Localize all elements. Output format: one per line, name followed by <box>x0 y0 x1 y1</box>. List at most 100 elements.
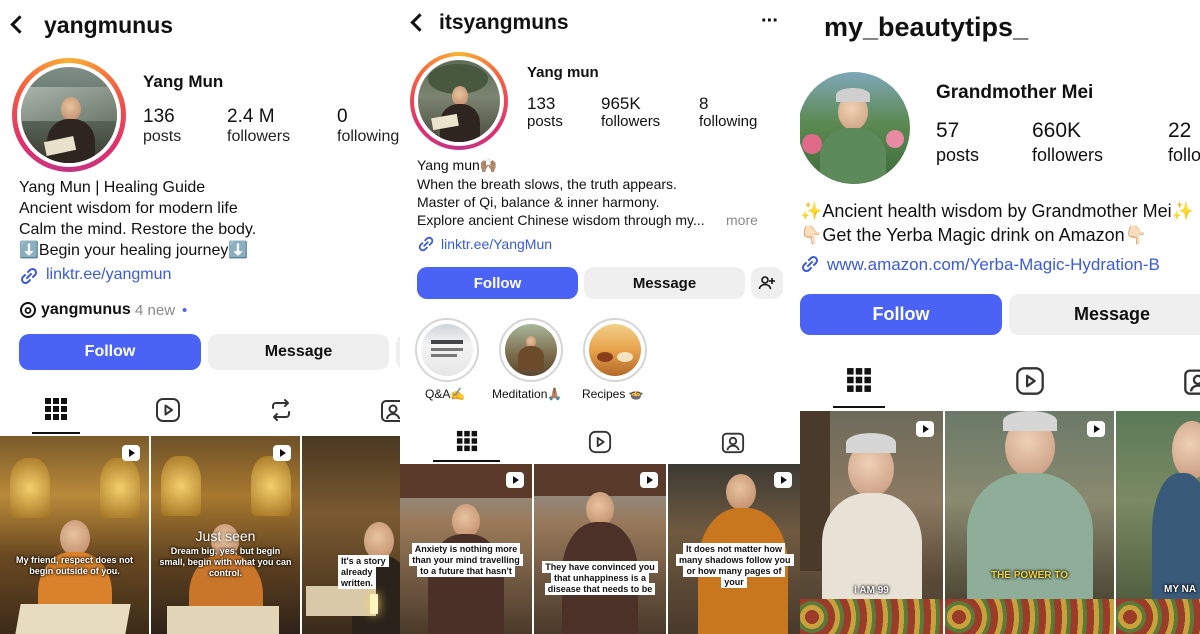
post-caption: They have convinced you that unhappiness… <box>534 561 666 595</box>
grid-icon[interactable] <box>846 367 872 393</box>
grid-icon[interactable] <box>456 430 478 452</box>
profile-username: yangmunus <box>44 12 174 38</box>
profile-panel-itsyangmuns: itsyangmuns ··· Yang mun 133 posts 965K … <box>400 0 800 634</box>
reel-badge-icon <box>122 445 140 461</box>
followers-count[interactable]: 965K <box>601 94 641 114</box>
active-tab-indicator <box>433 460 500 462</box>
bio-more-link[interactable]: more <box>726 212 758 228</box>
followers-label[interactable]: followers <box>227 128 290 146</box>
display-name: Yang Mun <box>143 72 224 91</box>
post-thumbnail[interactable]: I AM 99 <box>800 411 943 634</box>
profile-username: itsyangmuns <box>439 11 569 34</box>
tagged-icon[interactable] <box>721 430 745 454</box>
link-icon <box>418 236 434 252</box>
tagged-icon[interactable] <box>1183 366 1200 396</box>
post-caption: Anxiety is nothing more than your mind t… <box>400 543 532 577</box>
posts-label: posts <box>936 145 980 165</box>
reel-badge-icon <box>640 472 658 488</box>
post-caption: I AM 99 <box>854 585 889 596</box>
profile-username: my_beautytips_ <box>824 12 1029 42</box>
back-arrow-icon[interactable] <box>10 15 29 34</box>
profile-link[interactable]: www.amazon.com/Yerba-Magic-Hydration-B <box>827 255 1160 275</box>
bio-line: ✨Ancient health wisdom by Grandmother Me… <box>800 201 1194 221</box>
post-caption: It does not matter how many shadows foll… <box>668 543 800 588</box>
profile-panel-my_beautytips_: my_beautytips_ Grandmother Mei 57 posts … <box>800 0 1200 634</box>
highlight-qa[interactable] <box>415 318 479 382</box>
reels-icon[interactable] <box>155 397 181 423</box>
bio-line: Ancient wisdom for modern life <box>19 200 238 217</box>
highlight-label: Q&A✍️ <box>425 387 466 401</box>
post-thumbnail[interactable]: Anxiety is nothing more than your mind t… <box>400 464 532 634</box>
following-label[interactable]: following <box>1168 145 1200 166</box>
following-count[interactable]: 8 <box>699 94 708 114</box>
avatar <box>21 67 117 163</box>
posts-count: 136 <box>143 106 175 127</box>
posts-count: 133 <box>527 94 556 113</box>
post-thumbnail[interactable]: They have convinced you that unhappiness… <box>534 464 666 634</box>
highlight-label: Recipes 🍲 <box>582 387 644 401</box>
grid-icon[interactable] <box>44 397 68 421</box>
post-thumbnail[interactable]: It's a story already written. <box>302 436 400 634</box>
profile-link[interactable]: linktr.ee/YangMun <box>441 236 552 252</box>
post-thumbnail[interactable]: THE POWER TO <box>945 411 1114 634</box>
message-button[interactable]: Message <box>1009 294 1200 335</box>
active-tab-indicator <box>833 406 885 408</box>
add-person-button[interactable] <box>751 267 783 299</box>
following-count[interactable]: 22 <box>1168 119 1191 143</box>
display-name: Yang mun <box>527 64 599 81</box>
post-thumbnail[interactable]: MY NA <box>1116 411 1200 634</box>
posts-count: 57 <box>936 119 960 142</box>
reels-icon[interactable] <box>588 430 612 454</box>
threads-handle[interactable]: yangmunus <box>41 301 131 319</box>
followers-count[interactable]: 2.4 M <box>227 106 275 128</box>
back-arrow-icon[interactable] <box>410 13 429 32</box>
posts-label: posts <box>527 113 563 130</box>
tagged-icon[interactable] <box>380 397 400 423</box>
reel-badge-icon <box>506 472 524 488</box>
reposts-icon[interactable] <box>268 397 294 423</box>
message-button[interactable]: Message <box>208 334 389 370</box>
bio-line: Yang mun🙌🏽 <box>417 157 498 173</box>
highlight-label: Meditation🙏🏽 <box>492 387 563 401</box>
follow-button[interactable]: Follow <box>19 334 201 370</box>
post-caption: It's a story already written. <box>338 555 400 589</box>
avatar[interactable] <box>800 72 910 184</box>
followers-label[interactable]: followers <box>1032 145 1103 166</box>
reel-badge-icon <box>916 421 934 437</box>
post-caption: THE POWER TO <box>990 570 1069 581</box>
avatar-story-ring[interactable] <box>410 52 508 150</box>
following-label[interactable]: following <box>699 113 757 130</box>
post-thumbnail[interactable]: It does not matter how many shadows foll… <box>668 464 800 634</box>
post-thumbnail[interactable]: My friend, respect does not begin outsid… <box>0 436 149 634</box>
post-caption: My friend, respect does not begin outsid… <box>15 555 134 576</box>
profile-panel-yangmunus: yangmunus Yang Mun 136 posts 2.4 M follo… <box>0 0 400 634</box>
following-label[interactable]: following <box>337 128 399 146</box>
avatar <box>418 60 500 142</box>
highlight-recipes[interactable] <box>583 318 647 382</box>
followers-count[interactable]: 660K <box>1032 119 1081 143</box>
bio-line: Explore ancient Chinese wisdom through m… <box>417 212 705 228</box>
bio-line: Calm the mind. Restore the body. <box>19 221 257 238</box>
posts-label: posts <box>143 128 182 145</box>
more-options-icon[interactable]: ··· <box>761 10 779 33</box>
bio-line: Yang Mun | Healing Guide <box>19 179 206 196</box>
followers-label[interactable]: followers <box>601 113 660 130</box>
post-caption: MY NA <box>1164 584 1197 595</box>
profile-link[interactable]: linktr.ee/yangmun <box>46 266 171 284</box>
follow-button[interactable]: Follow <box>417 267 578 299</box>
bio-line: When the breath slows, the truth appears… <box>417 176 677 192</box>
link-icon <box>801 255 819 273</box>
active-tab-indicator <box>32 432 80 434</box>
bio-line: Master of Qi, balance & inner harmony. <box>417 194 660 210</box>
link-icon <box>20 267 38 285</box>
threads-icon[interactable] <box>19 301 37 319</box>
reels-icon[interactable] <box>1015 366 1045 396</box>
highlight-meditation[interactable] <box>499 318 563 382</box>
display-name: Grandmother Mei <box>936 82 1094 103</box>
reel-badge-icon <box>273 445 291 461</box>
following-count[interactable]: 0 <box>337 106 348 128</box>
post-thumbnail[interactable]: Just seen Dream big, yes, but begin smal… <box>151 436 300 634</box>
follow-button[interactable]: Follow <box>800 294 1002 335</box>
avatar-story-ring[interactable] <box>12 58 126 172</box>
message-button[interactable]: Message <box>584 267 745 299</box>
